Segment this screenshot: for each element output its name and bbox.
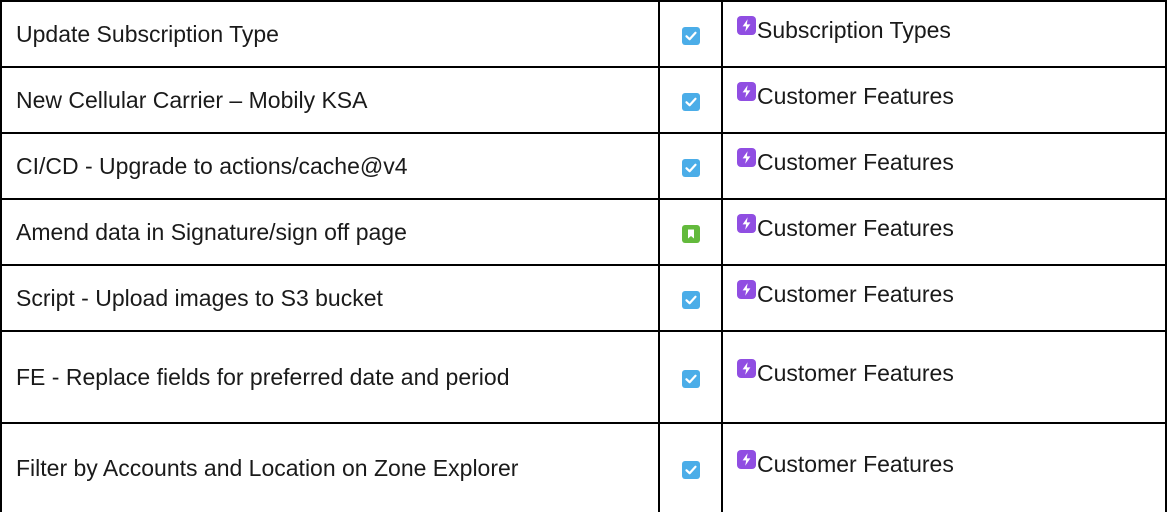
epic-label: Customer Features — [757, 82, 954, 109]
issue-type-cell — [658, 422, 723, 512]
epic-label: Customer Features — [757, 359, 954, 386]
epic-label: Customer Features — [757, 280, 954, 307]
issue-type-cell — [658, 330, 723, 424]
table-row: Update Subscription Type Subscription Ty… — [0, 0, 1167, 68]
epic-label: Customer Features — [757, 148, 954, 175]
task-check-icon — [681, 460, 700, 479]
table-row: Amend data in Signature/sign off page Cu… — [0, 198, 1167, 266]
task-check-icon — [681, 92, 700, 111]
epic-lightning-icon — [737, 213, 756, 233]
issue-summary: CI/CD - Upgrade to actions/cache@v4 — [0, 132, 660, 200]
table-row: Script - Upload images to S3 bucket Cust… — [0, 264, 1167, 332]
epic-lightning-icon — [737, 81, 756, 101]
issue-type-cell — [658, 132, 723, 200]
issues-table: Update Subscription Type Subscription Ty… — [0, 0, 1167, 512]
epic-lightning-icon — [737, 147, 756, 167]
epic-cell: Customer Features — [721, 132, 1167, 200]
story-bookmark-icon — [681, 224, 700, 243]
issue-type-cell — [658, 264, 723, 332]
issue-summary: Filter by Accounts and Location on Zone … — [0, 422, 660, 512]
task-check-icon — [681, 290, 700, 309]
epic-cell: Customer Features — [721, 422, 1167, 512]
epic-lightning-icon — [737, 358, 756, 378]
epic-cell: Customer Features — [721, 66, 1167, 134]
table-row: FE - Replace fields for preferred date a… — [0, 330, 1167, 424]
epic-label: Customer Features — [757, 450, 954, 477]
task-check-icon — [681, 26, 700, 45]
issue-summary: Script - Upload images to S3 bucket — [0, 264, 660, 332]
issue-summary: New Cellular Carrier – Mobily KSA — [0, 66, 660, 134]
epic-cell: Customer Features — [721, 198, 1167, 266]
task-check-icon — [681, 369, 700, 388]
issue-type-cell — [658, 0, 723, 68]
issue-summary: Amend data in Signature/sign off page — [0, 198, 660, 266]
epic-lightning-icon — [737, 279, 756, 299]
issue-summary: Update Subscription Type — [0, 0, 660, 68]
epic-cell: Subscription Types — [721, 0, 1167, 68]
issue-summary: FE - Replace fields for preferred date a… — [0, 330, 660, 424]
epic-cell: Customer Features — [721, 330, 1167, 424]
table-row: CI/CD - Upgrade to actions/cache@v4 Cust… — [0, 132, 1167, 200]
table-row: Filter by Accounts and Location on Zone … — [0, 422, 1167, 512]
epic-lightning-icon — [737, 15, 756, 35]
task-check-icon — [681, 158, 700, 177]
issue-type-cell — [658, 198, 723, 266]
epic-label: Subscription Types — [757, 16, 951, 43]
epic-lightning-icon — [737, 449, 756, 469]
epic-label: Customer Features — [757, 214, 954, 241]
table-row: New Cellular Carrier – Mobily KSA Custom… — [0, 66, 1167, 134]
issue-type-cell — [658, 66, 723, 134]
epic-cell: Customer Features — [721, 264, 1167, 332]
